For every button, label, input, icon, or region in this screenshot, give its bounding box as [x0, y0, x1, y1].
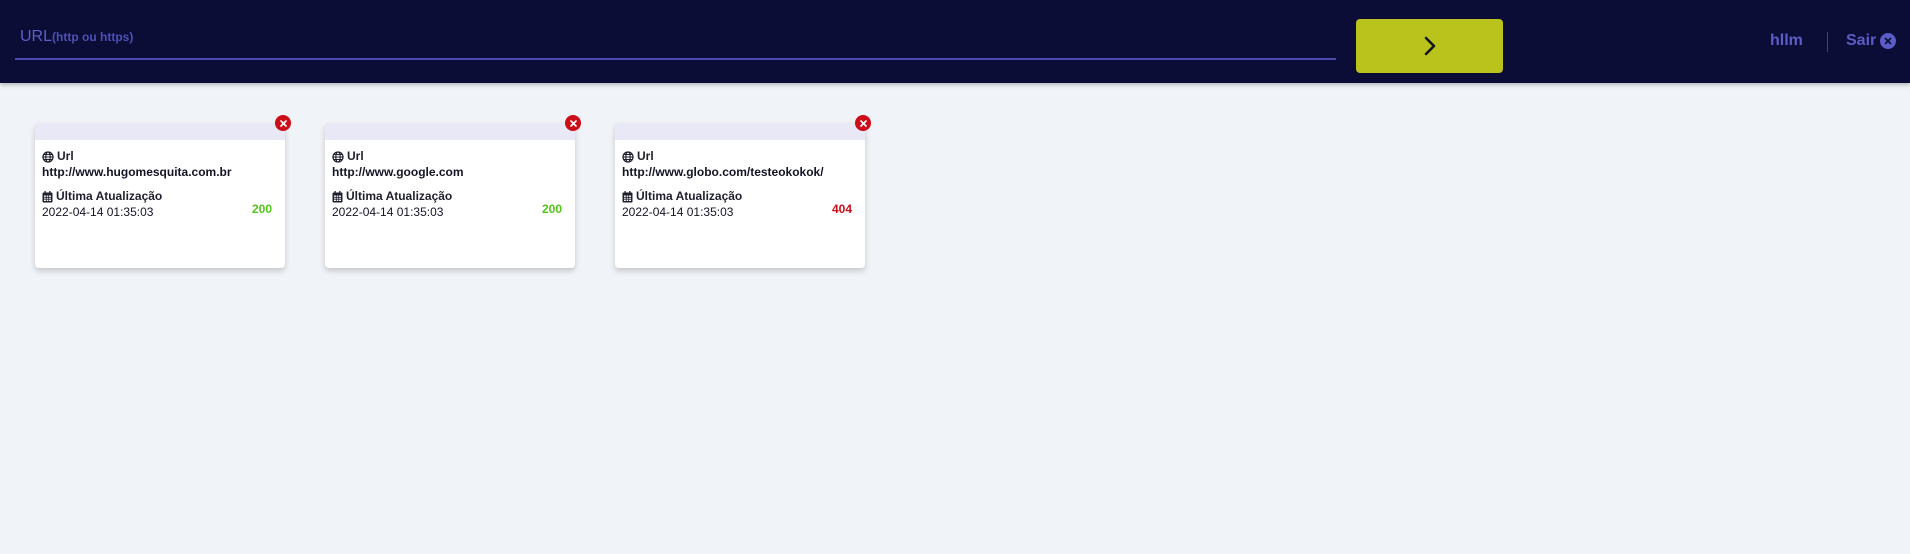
logout-label: Sair — [1846, 32, 1877, 49]
card-header — [325, 123, 575, 140]
globe-icon — [622, 150, 634, 163]
url-card: Url http://www.hugomesquita.com.br Últim… — [35, 115, 291, 268]
remove-card-button[interactable] — [275, 115, 291, 131]
updated-title-label: Última Atualização — [56, 189, 163, 203]
url-card: Url http://www.google.com Última Atualiz… — [325, 115, 581, 268]
updated-title: Última Atualização — [622, 189, 858, 204]
updated-value: 2022-04-14 01:35:03 — [332, 205, 444, 219]
url-title: Url — [332, 149, 568, 164]
top-bar: URL(http ou https) hllm Sair — [0, 0, 1910, 83]
updated-value: 2022-04-14 01:35:03 — [622, 205, 734, 219]
close-icon — [279, 119, 287, 127]
user-name: hllm — [1770, 32, 1803, 49]
url-value: http://www.hugomesquita.com.br — [42, 165, 232, 179]
updated-title: Última Atualização — [332, 189, 568, 204]
url-field[interactable]: URL(http ou https) — [15, 18, 1336, 60]
status-code: 200 — [541, 202, 562, 216]
url-title-label: Url — [57, 149, 74, 163]
close-icon — [569, 119, 577, 127]
updated-title-label: Última Atualização — [636, 189, 743, 203]
remove-card-button[interactable] — [855, 115, 871, 131]
url-title-label: Url — [347, 149, 364, 163]
url-title: Url — [622, 149, 858, 164]
updated-title-label: Última Atualização — [346, 189, 453, 203]
submit-url-button[interactable] — [1356, 19, 1503, 73]
url-title-label: Url — [637, 149, 654, 163]
globe-icon — [332, 150, 344, 163]
chevron-right-icon — [1424, 36, 1435, 56]
calendar-icon — [332, 190, 343, 202]
url-card: Url http://www.globo.com/testeokokok/ Úl… — [615, 115, 871, 268]
url-value: http://www.google.com — [332, 165, 464, 179]
status-code: 404 — [831, 202, 852, 216]
close-icon — [859, 119, 867, 127]
url-input[interactable] — [15, 18, 1336, 58]
globe-icon — [42, 150, 54, 163]
status-code: 200 — [251, 202, 272, 216]
calendar-icon — [622, 190, 633, 202]
card-header — [35, 123, 285, 140]
calendar-icon — [42, 190, 53, 202]
updated-value: 2022-04-14 01:35:03 — [42, 205, 154, 219]
header-divider — [1827, 32, 1828, 52]
remove-card-button[interactable] — [565, 115, 581, 131]
close-circle-icon — [1880, 33, 1897, 49]
url-value: http://www.globo.com/testeokokok/ — [622, 165, 824, 179]
url-title: Url — [42, 149, 278, 164]
updated-title: Última Atualização — [42, 189, 278, 204]
card-header — [615, 123, 865, 140]
logout-button[interactable]: Sair — [1846, 32, 1897, 50]
